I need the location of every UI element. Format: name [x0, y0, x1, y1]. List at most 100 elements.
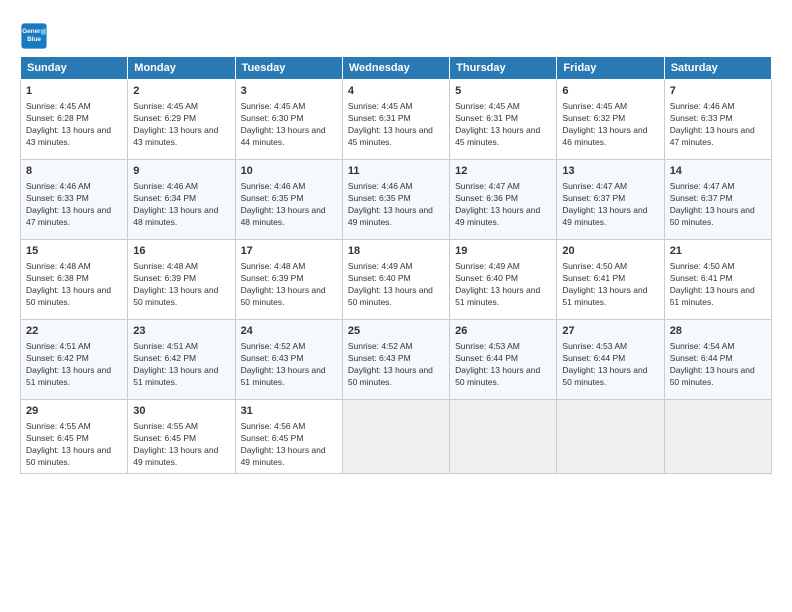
calendar-cell: 31 Sunrise: 4:56 AM Sunset: 6:45 PM Dayligh…	[235, 400, 342, 474]
daylight-label: Daylight: 13 hours and 49 minutes.	[133, 445, 218, 467]
sunset-label: Sunset: 6:43 PM	[348, 353, 411, 363]
sunrise-label: Sunrise: 4:49 AM	[348, 261, 413, 271]
day-number: 7	[670, 84, 766, 99]
sunset-label: Sunset: 6:34 PM	[133, 193, 196, 203]
sunrise-label: Sunrise: 4:52 AM	[348, 341, 413, 351]
daylight-label: Daylight: 13 hours and 43 minutes.	[26, 125, 111, 147]
daylight-label: Daylight: 13 hours and 49 minutes.	[241, 445, 326, 467]
sunset-label: Sunset: 6:33 PM	[670, 113, 733, 123]
sunset-label: Sunset: 6:41 PM	[670, 273, 733, 283]
sunrise-label: Sunrise: 4:47 AM	[562, 181, 627, 191]
daylight-label: Daylight: 13 hours and 49 minutes.	[562, 205, 647, 227]
sunset-label: Sunset: 6:43 PM	[241, 353, 304, 363]
daylight-label: Daylight: 13 hours and 50 minutes.	[26, 445, 111, 467]
sunset-label: Sunset: 6:40 PM	[455, 273, 518, 283]
daylight-label: Daylight: 13 hours and 48 minutes.	[133, 205, 218, 227]
daylight-label: Daylight: 13 hours and 51 minutes.	[26, 365, 111, 387]
sunrise-label: Sunrise: 4:45 AM	[348, 101, 413, 111]
day-number: 23	[133, 324, 229, 339]
page: General Blue SundayMondayTuesdayWednesda…	[0, 0, 792, 612]
calendar-header-row: SundayMondayTuesdayWednesdayThursdayFrid…	[21, 57, 772, 80]
sunrise-label: Sunrise: 4:48 AM	[241, 261, 306, 271]
day-number: 11	[348, 164, 444, 179]
sunrise-label: Sunrise: 4:53 AM	[562, 341, 627, 351]
calendar-day-header: Monday	[128, 57, 235, 80]
sunset-label: Sunset: 6:35 PM	[348, 193, 411, 203]
calendar-day-header: Friday	[557, 57, 664, 80]
calendar-cell: 27Sunrise: 4:53 AMSunset: 6:44 PMDayligh…	[557, 320, 664, 400]
sunrise-label: Sunrise: 4:56 AM	[241, 421, 306, 431]
calendar-cell	[664, 400, 771, 474]
sunset-label: Sunset: 6:39 PM	[241, 273, 304, 283]
calendar-cell: 22Sunrise: 4:51 AMSunset: 6:42 PMDayligh…	[21, 320, 128, 400]
day-number: 31	[241, 404, 337, 419]
header: General Blue	[20, 18, 772, 50]
calendar-cell: 2Sunrise: 4:45 AMSunset: 6:29 PMDaylight…	[128, 80, 235, 160]
sunset-label: Sunset: 6:38 PM	[26, 273, 89, 283]
calendar-cell	[342, 400, 449, 474]
daylight-label: Daylight: 13 hours and 50 minutes.	[26, 285, 111, 307]
day-number: 22	[26, 324, 122, 339]
svg-text:Blue: Blue	[27, 36, 41, 43]
calendar-cell	[557, 400, 664, 474]
sunset-label: Sunset: 6:37 PM	[670, 193, 733, 203]
daylight-label: Daylight: 13 hours and 50 minutes.	[562, 365, 647, 387]
day-number: 9	[133, 164, 229, 179]
day-number: 28	[670, 324, 766, 339]
day-number: 5	[455, 84, 551, 99]
day-number: 3	[241, 84, 337, 99]
sunrise-label: Sunrise: 4:53 AM	[455, 341, 520, 351]
sunrise-label: Sunrise: 4:46 AM	[133, 181, 198, 191]
sunrise-label: Sunrise: 4:48 AM	[26, 261, 91, 271]
sunrise-label: Sunrise: 4:54 AM	[670, 341, 735, 351]
sunrise-label: Sunrise: 4:49 AM	[455, 261, 520, 271]
sunrise-label: Sunrise: 4:50 AM	[670, 261, 735, 271]
sunrise-label: Sunrise: 4:46 AM	[670, 101, 735, 111]
calendar-cell	[450, 400, 557, 474]
calendar-cell: 23Sunrise: 4:51 AMSunset: 6:42 PMDayligh…	[128, 320, 235, 400]
day-number: 10	[241, 164, 337, 179]
calendar-cell: 30Sunrise: 4:55 AMSunset: 6:45 PMDayligh…	[128, 400, 235, 474]
sunset-label: Sunset: 6:36 PM	[455, 193, 518, 203]
sunrise-label: Sunrise: 4:50 AM	[562, 261, 627, 271]
calendar-cell: 9 Sunrise: 4:46 AM Sunset: 6:34 PM Daylight…	[128, 160, 235, 240]
calendar-cell: 7Sunrise: 4:46 AMSunset: 6:33 PMDaylight…	[664, 80, 771, 160]
calendar-cell: 24Sunrise: 4:52 AMSunset: 6:43 PMDayligh…	[235, 320, 342, 400]
day-number: 1	[26, 84, 122, 99]
day-number: 21	[670, 244, 766, 259]
calendar-cell: 14Sunrise: 4:47 AMSunset: 6:37 PMDayligh…	[664, 160, 771, 240]
day-number: 6	[562, 84, 658, 99]
sunrise-label: Sunrise: 4:55 AM	[26, 421, 91, 431]
day-number: 17	[241, 244, 337, 259]
calendar-cell: 10Sunrise: 4:46 AMSunset: 6:35 PMDayligh…	[235, 160, 342, 240]
day-number: 27	[562, 324, 658, 339]
sunset-label: Sunset: 6:31 PM	[348, 113, 411, 123]
calendar-cell: 8Sunrise: 4:46 AMSunset: 6:33 PMDaylight…	[21, 160, 128, 240]
calendar-cell: 6Sunrise: 4:45 AMSunset: 6:32 PMDaylight…	[557, 80, 664, 160]
calendar-day-header: Thursday	[450, 57, 557, 80]
sunset-label: Sunset: 6:45 PM	[241, 433, 304, 443]
calendar-day-header: Tuesday	[235, 57, 342, 80]
calendar-cell: 19Sunrise: 4:49 AMSunset: 6:40 PMDayligh…	[450, 240, 557, 320]
sunrise-label: Sunrise: 4:45 AM	[455, 101, 520, 111]
daylight-label: Daylight: 13 hours and 50 minutes.	[670, 365, 755, 387]
daylight-label: Daylight: 13 hours and 51 minutes.	[455, 285, 540, 307]
sunset-label: Sunset: 6:39 PM	[133, 273, 196, 283]
sunset-label: Sunset: 6:29 PM	[133, 113, 196, 123]
daylight-label: Daylight: 13 hours and 50 minutes.	[348, 285, 433, 307]
day-number: 18	[348, 244, 444, 259]
sunrise-label: Sunrise: 4:45 AM	[133, 101, 198, 111]
day-number: 13	[562, 164, 658, 179]
sunrise-label: Sunrise: 4:51 AM	[26, 341, 91, 351]
sunset-label: Sunset: 6:31 PM	[455, 113, 518, 123]
sunrise-label: Sunrise: 4:46 AM	[348, 181, 413, 191]
daylight-label: Daylight: 13 hours and 51 minutes.	[241, 365, 326, 387]
sunset-label: Sunset: 6:37 PM	[562, 193, 625, 203]
daylight-label: Daylight: 13 hours and 50 minutes.	[133, 285, 218, 307]
calendar-cell: 25Sunrise: 4:52 AMSunset: 6:43 PMDayligh…	[342, 320, 449, 400]
daylight-label: Daylight: 13 hours and 51 minutes.	[562, 285, 647, 307]
daylight-label: Daylight: 13 hours and 46 minutes.	[562, 125, 647, 147]
sunrise-label: Sunrise: 4:47 AM	[670, 181, 735, 191]
calendar-day-header: Wednesday	[342, 57, 449, 80]
sunset-label: Sunset: 6:35 PM	[241, 193, 304, 203]
